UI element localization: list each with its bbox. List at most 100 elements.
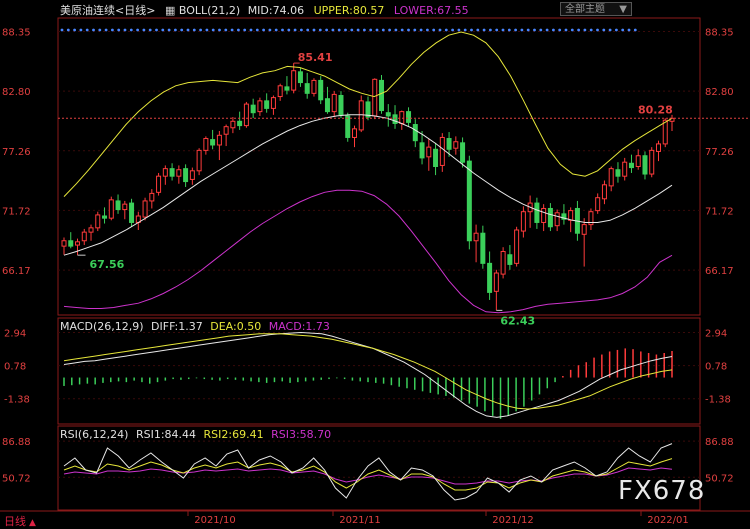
macd-tick-left: 0.78 xyxy=(4,362,26,373)
candle-body xyxy=(264,100,270,109)
candle-body xyxy=(581,224,587,235)
low-annotation: 62.43 xyxy=(500,314,535,327)
signal-dot xyxy=(167,28,171,32)
signal-dot xyxy=(539,28,543,32)
candle-body xyxy=(466,160,472,242)
signal-dot xyxy=(400,28,404,32)
macd-tick-right: 2.94 xyxy=(705,328,727,339)
candle-body xyxy=(446,138,452,150)
rsi-name: RSI(6,12,24) xyxy=(60,428,129,441)
signal-dot xyxy=(470,28,473,32)
signal-dot xyxy=(155,28,158,32)
price-tick-left: 82.80 xyxy=(2,87,31,98)
candle-body xyxy=(250,104,256,114)
signal-dot xyxy=(98,28,102,32)
signal-dot xyxy=(331,28,335,32)
rsi-tick-right: 50.72 xyxy=(705,473,734,484)
signal-dot xyxy=(205,28,209,32)
candle-body xyxy=(473,232,479,242)
signal-dot xyxy=(344,28,347,32)
signal-dot xyxy=(255,28,259,32)
price-tick-left: 71.72 xyxy=(2,206,31,217)
candle-body xyxy=(628,162,634,169)
candle-body xyxy=(257,100,263,113)
candle-body xyxy=(433,148,439,167)
candle-body xyxy=(102,215,108,219)
signal-dot xyxy=(489,28,492,32)
signal-dot xyxy=(180,28,184,32)
candle-body xyxy=(372,78,378,117)
candle-body xyxy=(608,168,614,187)
signal-dot xyxy=(262,28,265,32)
candle-body xyxy=(622,161,628,177)
candle-body xyxy=(142,200,148,218)
period-label: 日线 xyxy=(4,515,26,528)
candle-body xyxy=(223,126,229,135)
rsi-panel xyxy=(63,443,673,501)
period-tab[interactable]: 日线 ▲ xyxy=(4,513,36,529)
chevron-down-icon: ▼ xyxy=(619,4,627,15)
signal-dot xyxy=(66,28,70,32)
candle-body xyxy=(237,120,243,127)
candle-body xyxy=(270,97,276,109)
signal-dot xyxy=(274,28,278,32)
signal-dot xyxy=(514,28,517,32)
candle-body xyxy=(169,168,175,177)
rsi1-line xyxy=(63,443,673,501)
candle-body xyxy=(520,211,526,232)
theme-label: 全部主题 xyxy=(565,4,605,15)
signal-dot xyxy=(589,28,593,32)
signal-dot xyxy=(186,28,190,32)
candle-body xyxy=(331,93,337,113)
candle-body xyxy=(156,175,162,193)
macd-tick-right: 0.78 xyxy=(705,362,727,373)
candle-body xyxy=(554,212,560,227)
date-tick-label: 2022/01 xyxy=(647,515,689,526)
candle-body xyxy=(406,111,412,123)
rsi-tick-right: 86.88 xyxy=(705,437,734,448)
signal-dot xyxy=(174,28,177,32)
candle-body xyxy=(318,79,324,101)
watermark-logo: FX678 xyxy=(618,476,706,506)
candle-body xyxy=(210,139,216,146)
price-tick-left: 88.35 xyxy=(2,27,31,38)
signal-dot xyxy=(608,28,612,32)
signal-dot xyxy=(495,28,499,32)
candle-body xyxy=(500,251,506,275)
candle-body xyxy=(162,168,168,177)
macd-header: MACD(26,12,9) DIFF:1.37 DEA:0.50 MACD:1.… xyxy=(60,320,330,333)
instrument-label: 美原油连续<日线> xyxy=(60,4,156,17)
candle-body xyxy=(460,142,466,163)
price-tick-left: 66.17 xyxy=(2,266,31,277)
boll-mid: MID:74.06 xyxy=(247,4,305,17)
candle-body xyxy=(81,231,87,242)
price-tick-right: 66.17 xyxy=(705,266,734,277)
signal-dot xyxy=(104,28,108,32)
candle-body xyxy=(568,210,574,221)
signal-dot xyxy=(602,28,606,32)
candle-body xyxy=(122,203,128,211)
candle-body xyxy=(392,114,398,124)
signal-dot xyxy=(237,28,240,32)
candle-body xyxy=(88,227,94,233)
signal-dot xyxy=(92,28,95,32)
theme-dropdown[interactable]: 全部主题 ▼ xyxy=(560,2,632,16)
candle-body xyxy=(615,169,621,177)
signal-dot xyxy=(627,28,631,32)
chart-canvas: 88.35 88.35 82.80 82.80 77.26 77.26 71.72 71.72… xyxy=(0,17,750,526)
candle-body xyxy=(291,70,297,91)
macd-name: MACD(26,12,9) xyxy=(60,320,144,333)
signal-dot xyxy=(281,28,284,32)
candle-body xyxy=(189,170,195,180)
signal-dot xyxy=(564,28,568,32)
signal-dot xyxy=(381,28,385,32)
signal-dot xyxy=(325,28,328,32)
macd-diff: DIFF:1.37 xyxy=(151,320,203,333)
signal-dot xyxy=(444,28,448,32)
signal-dot xyxy=(545,28,549,32)
candle-body xyxy=(311,79,317,94)
signal-dot xyxy=(463,28,467,32)
candle-body xyxy=(230,120,236,129)
start-low-annotation: 67.56 xyxy=(90,258,125,271)
signal-dot xyxy=(621,28,625,32)
